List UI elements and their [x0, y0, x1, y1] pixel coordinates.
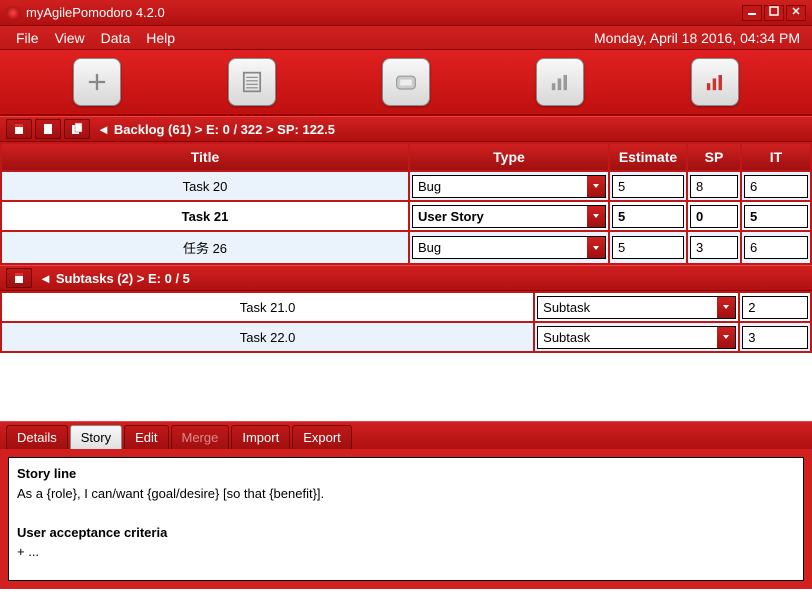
- minimize-button[interactable]: [742, 5, 762, 21]
- estimate-input[interactable]: [612, 175, 684, 198]
- story-line: As a {role}, I can/want {goal/desire} [s…: [17, 486, 324, 501]
- type-dropdown[interactable]: User Story: [412, 205, 606, 228]
- maximize-button[interactable]: [764, 5, 784, 21]
- sp-input[interactable]: [690, 236, 738, 259]
- subtasks-doc-icon[interactable]: [6, 268, 32, 288]
- backlog-collapse-arrow-icon[interactable]: ◄: [97, 122, 110, 137]
- timer-button[interactable]: [382, 58, 430, 106]
- subtasks-header-text: Subtasks (2) > E: 0 / 5: [56, 271, 190, 286]
- story-heading1: Story line: [17, 466, 76, 481]
- detail-panel: Story line As a {role}, I can/want {goal…: [0, 449, 812, 589]
- it-input[interactable]: [744, 205, 808, 228]
- subtasks-table: Task 21.0 Subtask Task 22.0 Subtask: [0, 291, 812, 353]
- story-criteria: + ...: [17, 544, 39, 559]
- sp-input[interactable]: [690, 205, 738, 228]
- col-estimate[interactable]: Estimate: [609, 143, 687, 171]
- window-controls: [742, 5, 806, 21]
- menu-file[interactable]: File: [8, 27, 47, 49]
- table-row[interactable]: Task 21 User Story: [1, 201, 811, 231]
- datetime-label: Monday, April 18 2016, 04:34 PM: [594, 30, 804, 46]
- list-button[interactable]: [228, 58, 276, 106]
- table-row[interactable]: 任务 26 Bug: [1, 231, 811, 264]
- type-dropdown[interactable]: Bug: [412, 236, 606, 259]
- subtasks-header: ◄ Subtasks (2) > E: 0 / 5: [0, 265, 812, 291]
- story-textarea[interactable]: Story line As a {role}, I can/want {goal…: [8, 457, 804, 581]
- num-input[interactable]: [742, 296, 808, 319]
- story-heading2: User acceptance criteria: [17, 525, 167, 540]
- cell-title[interactable]: Task 22.0: [4, 326, 531, 349]
- chevron-down-icon[interactable]: [587, 206, 605, 227]
- estimate-input[interactable]: [612, 205, 684, 228]
- menubar: File View Data Help Monday, April 18 201…: [0, 26, 812, 50]
- it-input[interactable]: [744, 236, 808, 259]
- table-row[interactable]: Task 20 Bug: [1, 171, 811, 201]
- window-title: myAgilePomodoro 4.2.0: [26, 5, 742, 20]
- type-dropdown[interactable]: Subtask: [537, 326, 736, 349]
- it-input[interactable]: [744, 175, 808, 198]
- tab-export[interactable]: Export: [292, 425, 352, 449]
- col-type[interactable]: Type: [409, 143, 609, 171]
- menu-view[interactable]: View: [47, 27, 93, 49]
- subtasks-collapse-arrow-icon[interactable]: ◄: [39, 271, 52, 286]
- backlog-table: Title Type Estimate SP IT Task 20 Bug Ta…: [0, 142, 812, 265]
- cell-title[interactable]: Task 20: [4, 175, 406, 198]
- backlog-header-text: Backlog (61) > E: 0 / 322 > SP: 122.5: [114, 122, 335, 137]
- backlog-doc2-icon[interactable]: [35, 119, 61, 139]
- backlog-doc3-icon[interactable]: [64, 119, 90, 139]
- table-row[interactable]: Task 22.0 Subtask: [1, 322, 811, 352]
- menu-help[interactable]: Help: [138, 27, 183, 49]
- backlog-doc1-icon[interactable]: [6, 119, 32, 139]
- chart2-button[interactable]: [691, 58, 739, 106]
- chevron-down-icon[interactable]: [587, 237, 605, 258]
- num-input[interactable]: [742, 326, 808, 349]
- cell-title[interactable]: Task 21.0: [4, 296, 531, 319]
- estimate-input[interactable]: [612, 236, 684, 259]
- main-toolbar: [0, 50, 812, 116]
- sp-input[interactable]: [690, 175, 738, 198]
- chevron-down-icon[interactable]: [587, 176, 605, 197]
- tab-story[interactable]: Story: [70, 425, 122, 449]
- tab-details[interactable]: Details: [6, 425, 68, 449]
- close-button[interactable]: [786, 5, 806, 21]
- chart1-button[interactable]: [536, 58, 584, 106]
- tab-merge[interactable]: Merge: [171, 425, 230, 449]
- menu-data[interactable]: Data: [93, 27, 139, 49]
- table-row[interactable]: Task 21.0 Subtask: [1, 292, 811, 322]
- col-sp[interactable]: SP: [687, 143, 741, 171]
- chevron-down-icon[interactable]: [717, 297, 735, 318]
- col-it[interactable]: IT: [741, 143, 811, 171]
- add-button[interactable]: [73, 58, 121, 106]
- detail-tabs: Details Story Edit Merge Import Export: [0, 421, 812, 449]
- type-dropdown[interactable]: Bug: [412, 175, 606, 198]
- type-dropdown[interactable]: Subtask: [537, 296, 736, 319]
- backlog-header: ◄ Backlog (61) > E: 0 / 322 > SP: 122.5: [0, 116, 812, 142]
- app-icon: [6, 6, 20, 20]
- col-title[interactable]: Title: [1, 143, 409, 171]
- tab-edit[interactable]: Edit: [124, 425, 168, 449]
- cell-title[interactable]: 任务 26: [4, 234, 406, 261]
- titlebar: myAgilePomodoro 4.2.0: [0, 0, 812, 26]
- tab-import[interactable]: Import: [231, 425, 290, 449]
- cell-title[interactable]: Task 21: [4, 205, 406, 228]
- chevron-down-icon[interactable]: [717, 327, 735, 348]
